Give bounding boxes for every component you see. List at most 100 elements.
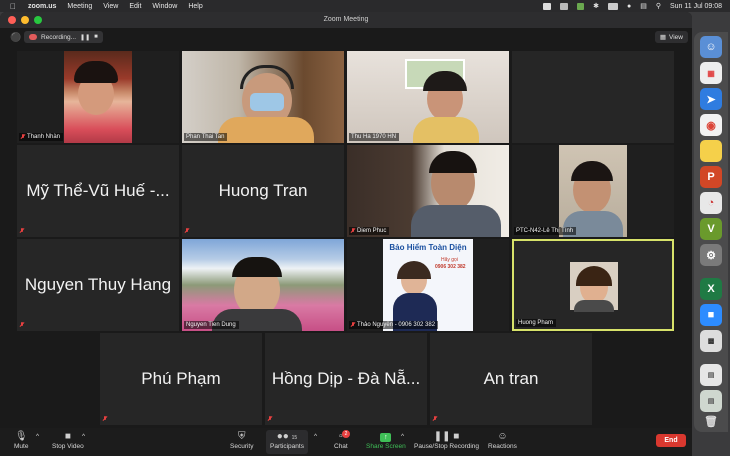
search-icon[interactable]: ⚲ [656, 2, 661, 10]
window-titlebar: Zoom Meeting [0, 12, 692, 28]
muted-mic-icon [20, 322, 24, 328]
downloads-stack-icon[interactable]: ▤ [700, 390, 722, 412]
chat-badge: 2 [342, 430, 350, 438]
video-camera-icon: ■ [64, 431, 71, 442]
window-title: Zoom Meeting [323, 16, 369, 23]
recording-indicator[interactable]: Recording... ❚❚ ■ [24, 31, 103, 43]
security-button[interactable]: ⛨ Security [230, 430, 253, 450]
participant-name: Thanh Nhàn [19, 133, 64, 141]
menu-view[interactable]: View [103, 3, 118, 10]
participant-name: Phan Thai Tan [184, 133, 228, 141]
share-options-chevron-icon[interactable]: ^ [401, 433, 404, 440]
screen-recorder-icon[interactable]: ◔ [700, 192, 722, 214]
participant-tile[interactable]: Phan Thai Tan [182, 51, 344, 143]
recording-icon [29, 34, 37, 40]
participant-tile[interactable]: PTC-N42-Lê Thị Tính [512, 145, 674, 237]
menu-edit[interactable]: Edit [129, 3, 141, 10]
participants-label: Participants [270, 443, 304, 450]
pause-icon[interactable]: ❚❚ [80, 34, 90, 41]
participants-icon: ●● 15 [276, 431, 298, 442]
security-label: Security [230, 443, 254, 450]
participant-tile[interactable]: Bảo Hiểm Toàn Diện Hãy gọi 0906 302 382 … [347, 239, 509, 331]
view-button[interactable]: ▦ View [654, 31, 688, 43]
stop-icon[interactable]: ■ [94, 34, 98, 40]
zoom-status-icon[interactable] [543, 2, 552, 10]
notes-icon[interactable] [700, 140, 722, 162]
reactions-button[interactable]: ☺ Reactions [488, 430, 517, 450]
share-screen-icon: ↑ [380, 430, 392, 443]
chrome-icon[interactable]: ◉ [700, 114, 722, 136]
reactions-label: Reactions [488, 443, 517, 450]
participant-name: Diem Phuc [349, 227, 390, 235]
shield-icon[interactable]: ⚫ [10, 32, 21, 42]
participant-tile[interactable]: An tran [430, 333, 592, 425]
video-feed [182, 51, 344, 143]
menu-meeting[interactable]: Meeting [67, 3, 92, 10]
banner-phone: 0906 302 382 [435, 264, 466, 270]
participant-name: Huong Tran [218, 181, 308, 200]
banner-title: Bảo Hiểm Toàn Diện [389, 243, 467, 252]
mute-options-chevron-icon[interactable]: ^ [36, 433, 39, 440]
maximize-icon[interactable] [34, 16, 42, 24]
participant-tile[interactable] [512, 51, 674, 143]
minimize-icon[interactable] [21, 16, 29, 24]
recording-label: Recording... [41, 33, 77, 41]
chat-label: Chat [334, 443, 348, 450]
participant-tile[interactable]: Nguyen Thuy Hang [17, 239, 179, 331]
video-options-chevron-icon[interactable]: ^ [82, 433, 85, 440]
apple-icon[interactable]:  [10, 2, 20, 11]
participants-options-chevron-icon[interactable]: ^ [314, 433, 317, 440]
mute-button[interactable]: 🎙 Mute [14, 430, 28, 450]
menu-window[interactable]: Window [152, 3, 177, 10]
participant-tile[interactable]: Huong Pham [512, 239, 674, 331]
participant-name: Thảo Nguyễn - 0906 302 382 [349, 321, 439, 329]
pause-stop-recording-button[interactable]: ❚❚ ■ Pause/Stop Recording [414, 430, 479, 450]
muted-mic-icon [21, 134, 25, 140]
excel-icon[interactable]: X [700, 278, 722, 300]
battery-icon[interactable] [607, 2, 618, 10]
launchpad-icon[interactable]: ▦ [700, 62, 722, 84]
participant-tile[interactable]: Diem Phuc [347, 145, 509, 237]
video-feed [559, 145, 627, 237]
participant-tile[interactable]: Hồng Dịp - Đà Nẵ... [265, 333, 427, 425]
document-thumbnail-icon[interactable]: ▤ [700, 364, 722, 386]
participants-button[interactable]: ●● 15 Participants [266, 430, 308, 454]
wifi-icon[interactable]: ● [627, 3, 631, 10]
share-screen-button[interactable]: ↑ Share Screen [366, 430, 406, 450]
close-icon[interactable] [8, 16, 16, 24]
vectorworks-icon[interactable]: V [700, 218, 722, 240]
zoom-window: Zoom Meeting ⚫ Recording... ❚❚ ■ ▦ View … [0, 12, 692, 456]
clock[interactable]: Sun 11 Jul 09:08 [670, 3, 722, 10]
stop-video-button[interactable]: ■ Stop Video [52, 430, 84, 450]
menu-help[interactable]: Help [188, 3, 202, 10]
participant-name: Huong Pham [516, 319, 557, 327]
safari-icon[interactable]: ➤ [700, 88, 722, 110]
bluetooth-icon[interactable]: ✱ [593, 2, 599, 10]
participant-tile[interactable]: Thanh Nhàn [17, 51, 179, 143]
zoom-icon[interactable]: ■ [700, 304, 722, 326]
participant-name: Nguyen Thuy Hang [24, 275, 172, 294]
settings-icon[interactable]: ⚙ [700, 244, 722, 266]
participant-tile[interactable]: Mỹ Thể-Vũ Huế -... [17, 145, 179, 237]
vpn-icon[interactable] [577, 2, 585, 10]
menu-app-name[interactable]: zoom.us [28, 3, 56, 10]
trash-icon[interactable]: 🗑 [700, 410, 722, 432]
powerpoint-icon[interactable]: P [700, 166, 722, 188]
display-icon[interactable] [560, 2, 569, 10]
finder-icon[interactable]: ☺ [700, 36, 722, 58]
chat-button[interactable]: ▫ 2 Chat [334, 430, 350, 450]
video-feed [64, 51, 132, 143]
muted-mic-icon [185, 228, 189, 234]
control-center-icon[interactable]: ▤ [640, 2, 647, 10]
muted-mic-icon [351, 228, 355, 234]
participant-tile[interactable]: Nguyen Tien Dung [182, 239, 344, 331]
preview-icon[interactable]: ▩ [700, 330, 722, 352]
shield-icon: ⛨ [237, 431, 246, 442]
chat-icon: ▫ 2 [339, 430, 350, 443]
end-meeting-button[interactable]: End [656, 434, 686, 447]
participant-tile[interactable]: Phú Phạm [100, 333, 262, 425]
participant-tile[interactable]: Thu Ha 1970 HN [347, 51, 509, 143]
stop-video-label: Stop Video [52, 443, 84, 450]
muted-mic-icon [433, 416, 437, 422]
participant-tile[interactable]: Huong Tran [182, 145, 344, 237]
